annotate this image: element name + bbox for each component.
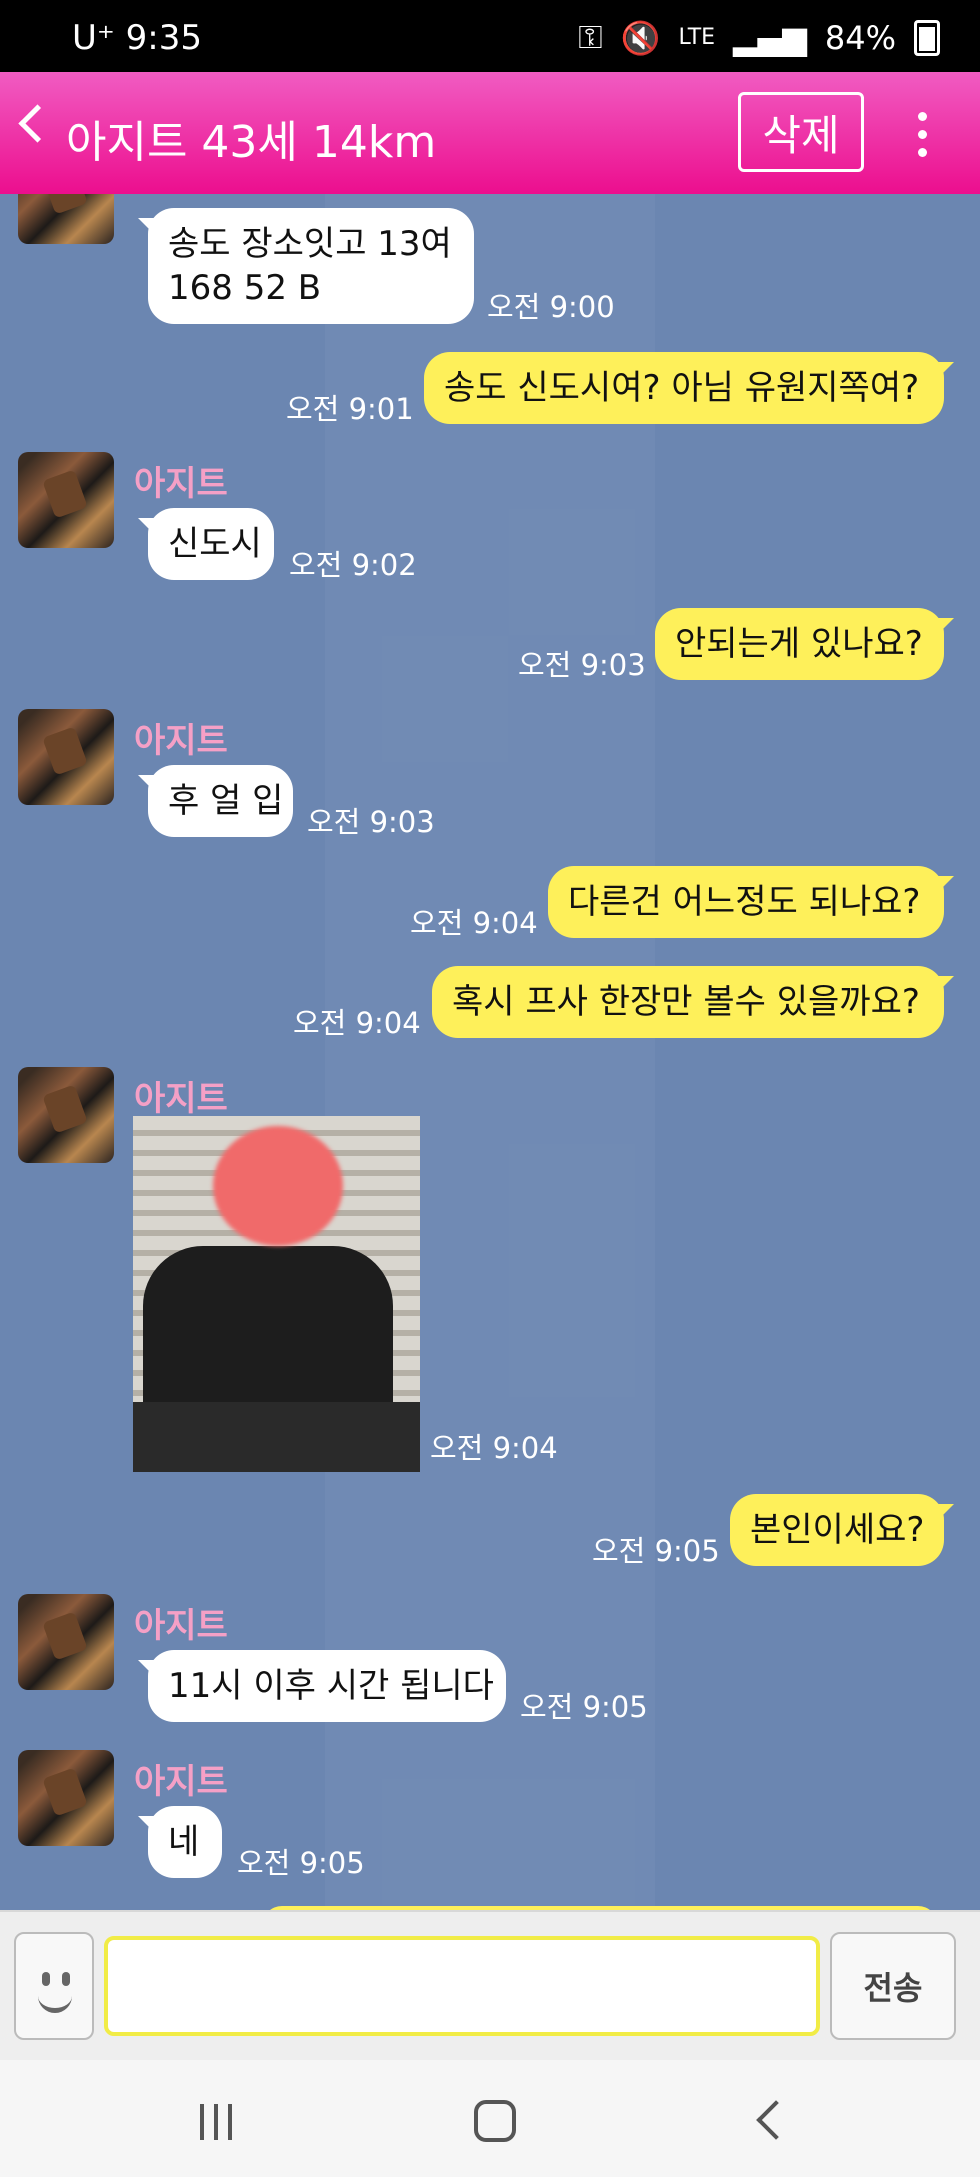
home-icon[interactable]	[474, 2100, 516, 2142]
avatar[interactable]	[18, 1750, 114, 1846]
message-time: 오전 9:01	[286, 392, 414, 426]
message-time: 오전 9:05	[520, 1690, 648, 1724]
input-bar: 전송	[0, 1910, 980, 2062]
photo-message[interactable]	[133, 1116, 420, 1472]
chat-title: 아지트 43세 14km	[66, 117, 437, 168]
message-input[interactable]	[104, 1936, 820, 2036]
avatar[interactable]	[18, 194, 114, 244]
sender-name: 아지트	[134, 721, 228, 761]
message-bubble: 안되는게 있나요?	[655, 608, 954, 680]
message-bubble: 다른건 어느정도 되나요?	[548, 866, 954, 938]
message-time: 오전 9:05	[237, 1846, 365, 1880]
avatar[interactable]	[18, 452, 114, 548]
message-time: 오전 9:04	[410, 906, 538, 940]
battery-percent: 84%	[824, 18, 896, 57]
signal-icon: ▂▄▆	[733, 18, 807, 57]
status-carrier-time: U⁺ 9:35	[72, 18, 202, 58]
message-bubble: 신도시	[138, 508, 274, 580]
battery-icon	[914, 19, 940, 56]
message-time: 오전 9:04	[293, 1006, 421, 1040]
sender-name: 아지트	[134, 1762, 228, 1802]
message-bubble: 송도 장소잇고 13여 168 52 B	[138, 208, 474, 324]
sender-name: 아지트	[134, 464, 228, 504]
mute-icon: 🔇	[620, 18, 661, 57]
vpn-key-icon: ⚿	[578, 18, 603, 56]
avatar[interactable]	[18, 709, 114, 805]
message-bubble: 네	[138, 1806, 222, 1878]
back-icon[interactable]	[756, 2100, 796, 2140]
message-bubble: 본인이세요?	[730, 1494, 954, 1566]
message-bubble: 후 얼 입	[138, 765, 293, 837]
avatar[interactable]	[18, 1594, 114, 1690]
back-arrow-icon[interactable]	[18, 104, 57, 143]
message-time: 오전 9:03	[518, 648, 646, 682]
status-bar: U⁺ 9:35 ⚿ 🔇 LTE ▂▄▆ 84%	[0, 0, 980, 72]
more-options-icon[interactable]	[918, 112, 928, 166]
recent-apps-icon[interactable]	[200, 2104, 236, 2140]
message-bubble: 송도 신도시여? 아님 유원지쪽여?	[424, 352, 954, 424]
chat-header: 아지트 43세 14km 삭제	[0, 72, 980, 194]
message-time: 오전 9:02	[289, 548, 417, 582]
chat-area[interactable]: 송도 장소잇고 13여 168 52 B 오전 9:00 오전 9:01 송도 …	[0, 194, 980, 1910]
message-bubble: 11시 이후 시간 됩니다	[138, 1650, 506, 1722]
message-bubble: 혹시 프사 한장만 볼수 있을까요?	[432, 966, 954, 1038]
sender-name: 아지트	[134, 1079, 228, 1119]
status-icons: ⚿ 🔇 LTE ▂▄▆ 84%	[578, 18, 940, 57]
sender-name: 아지트	[134, 1606, 228, 1646]
send-button[interactable]: 전송	[830, 1932, 956, 2040]
message-time: 오전 9:00	[487, 290, 615, 324]
censored-face	[213, 1126, 343, 1246]
avatar[interactable]	[18, 1067, 114, 1163]
emoji-button[interactable]	[14, 1932, 94, 2040]
smiley-icon	[38, 1992, 72, 2013]
system-nav-bar	[0, 2060, 980, 2177]
message-time: 오전 9:05	[592, 1534, 720, 1568]
network-type: LTE	[678, 25, 716, 50]
message-time: 오전 9:03	[307, 805, 435, 839]
delete-button[interactable]: 삭제	[738, 92, 864, 172]
message-time: 오전 9:04	[430, 1431, 558, 1465]
